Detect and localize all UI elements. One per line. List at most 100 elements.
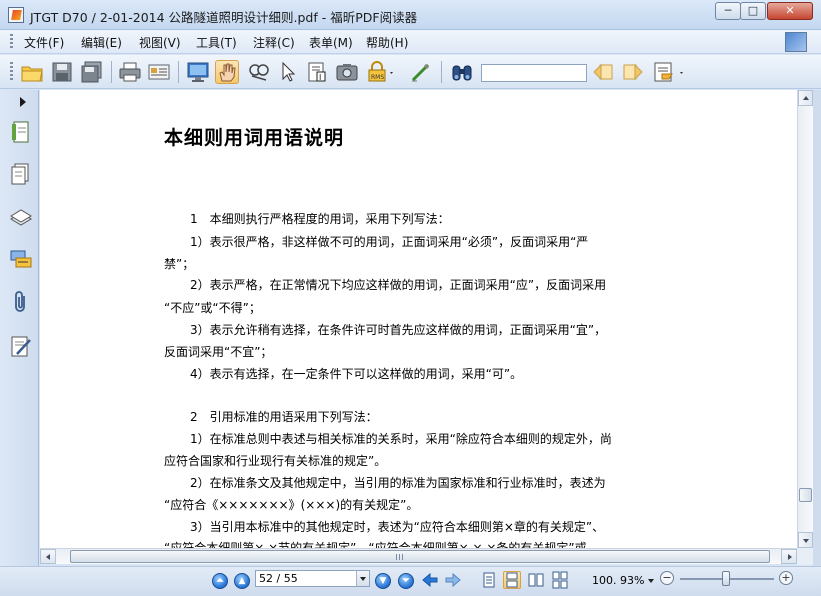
go-back-button[interactable] — [421, 571, 439, 589]
bookmarks-icon[interactable] — [9, 120, 33, 144]
doc-line: “不应”或“不得”； — [164, 301, 261, 315]
close-button[interactable]: ✕ — [767, 2, 813, 20]
menu-edit[interactable]: 编辑(E) — [81, 34, 122, 51]
horizontal-scroll-thumb[interactable] — [70, 550, 770, 563]
maximize-button[interactable]: □ — [740, 2, 766, 20]
next-page-button[interactable]: ▼ — [375, 573, 391, 589]
window-title: JTGT D70 / 2-01-2014 公路隧道照明设计细则.pdf - 福昕… — [30, 10, 418, 25]
doc-line: 禁”； — [164, 257, 195, 271]
select-arrow-icon[interactable] — [276, 60, 300, 84]
vertical-scroll-thumb[interactable] — [799, 488, 812, 502]
arrow-up-icon — [803, 96, 809, 100]
last-page-icon: ⏷ — [402, 576, 410, 586]
doc-line: 3）表示允许稍有选择，在条件许可时首先应这样做的用词，正面词采用“宜”， — [190, 323, 607, 337]
comments-panel-icon[interactable] — [9, 248, 33, 272]
save-icon[interactable] — [50, 60, 74, 84]
horizontal-scrollbar[interactable] — [40, 548, 797, 564]
find-next-icon[interactable] — [621, 60, 645, 84]
doc-line: 1 本细则执行严格程度的用词，采用下列写法： — [190, 212, 450, 226]
menu-comments[interactable]: 注释(C) — [253, 34, 295, 51]
text-select-icon[interactable]: I — [305, 60, 329, 84]
document-view[interactable]: 本细则用词用语说明 1 本细则执行严格程度的用词，采用下列写法： 1）表示很严格… — [40, 90, 797, 548]
open-folder-icon[interactable] — [20, 60, 44, 84]
page-number-field[interactable]: 52 / 55 — [255, 570, 370, 587]
continuous-facing-view-icon[interactable] — [551, 571, 569, 589]
expand-panel-arrow-icon[interactable] — [20, 97, 26, 107]
signatures-panel-icon[interactable] — [9, 334, 33, 358]
toolbar-grip[interactable] — [10, 62, 13, 82]
zoom-dropdown-icon[interactable] — [648, 579, 654, 583]
menu-tools[interactable]: 工具(T) — [196, 34, 237, 51]
fullscreen-icon[interactable] — [186, 60, 210, 84]
doc-line: “应符合本细则第×.×节的有关规定”、“应符合本细则第×.×.×条的有关规定”或 — [164, 541, 587, 548]
doc-line: 2）在标准条文及其他规定中，当引用的标准为国家标准和行业标准时，表述为 — [190, 476, 606, 490]
scroll-up-button[interactable] — [798, 90, 813, 106]
window-right-edge — [813, 90, 821, 566]
menu-file[interactable]: 文件(F) — [24, 34, 64, 51]
main-toolbar: I RMS — [0, 55, 821, 89]
doc-line: 3）当引用本标准中的其他规定时，表述为“应符合本细则第×章的有关规定”、 — [190, 520, 605, 534]
save-all-icon[interactable] — [80, 60, 104, 84]
svg-text:RMS: RMS — [371, 74, 384, 81]
minimize-button[interactable]: ─ — [715, 2, 741, 20]
zoom-out-button[interactable]: − — [660, 571, 674, 585]
first-page-button[interactable]: ⏶ — [212, 573, 228, 589]
title-bar: JTGT D70 / 2-01-2014 公路隧道照明设计细则.pdf - 福昕… — [0, 0, 821, 30]
page-number-value: 52 / 55 — [259, 572, 298, 585]
search-input[interactable] — [482, 65, 586, 81]
doc-line: “应符合《×××××××》(×××)的有关规定”。 — [164, 498, 419, 512]
pages-thumbnail-icon[interactable] — [9, 162, 33, 186]
hand-tool-icon[interactable] — [215, 60, 239, 84]
svg-text:I: I — [319, 73, 321, 82]
security-icon[interactable]: RMS — [366, 60, 393, 84]
previous-page-icon: ▲ — [238, 576, 246, 586]
snapshot-icon[interactable] — [335, 60, 359, 84]
scroll-right-button[interactable] — [781, 549, 797, 564]
zoom-in-button[interactable]: + — [779, 571, 793, 585]
arrow-left-icon — [46, 554, 50, 560]
facing-view-icon[interactable] — [527, 571, 545, 589]
menubar-grip[interactable] — [10, 34, 13, 50]
menu-bar: 文件(F) 编辑(E) 视图(V) 工具(T) 注释(C) 表单(M) 帮助(H… — [0, 30, 821, 54]
vertical-scrollbar[interactable] — [797, 90, 813, 548]
page-heading: 本细则用词用语说明 — [164, 127, 345, 149]
arrow-down-icon — [803, 539, 809, 543]
print-icon[interactable] — [118, 60, 142, 84]
doc-line: 4）表示有选择，在一定条件下可以这样做的用词，采用“可”。 — [190, 367, 523, 381]
layers-icon[interactable] — [9, 205, 33, 229]
highlight-icon[interactable] — [652, 60, 683, 84]
zoom-level[interactable]: 100. 93% — [592, 574, 644, 587]
find-prev-icon[interactable] — [591, 60, 615, 84]
search-field[interactable] — [481, 64, 587, 82]
toolbar-separator — [178, 61, 179, 83]
arrow-right-icon — [788, 554, 792, 560]
menu-view[interactable]: 视图(V) — [139, 34, 181, 51]
doc-line: 1）在标准总则中表述与相关标准的关系时，采用“除应符合本细则的规定外，尚 — [190, 432, 612, 446]
status-bar: ⏶ ▲ 52 / 55 ▼ ⏷ 100. 93% − + — [0, 566, 821, 596]
doc-line: 应符合国家和行业现行有关标准的规定”。 — [164, 454, 387, 468]
toolbar-separator — [441, 61, 442, 83]
menu-help[interactable]: 帮助(H) — [366, 34, 408, 51]
properties-icon[interactable] — [147, 60, 171, 84]
find-binoculars-icon[interactable] — [450, 60, 474, 84]
go-forward-button[interactable] — [444, 571, 462, 589]
zoom-slider-thumb[interactable] — [722, 571, 730, 586]
doc-line: 2 引用标准的用语采用下列写法： — [190, 410, 378, 424]
picture-mode-icon[interactable] — [785, 32, 807, 52]
menu-forms[interactable]: 表单(M) — [309, 34, 353, 51]
toolbar-separator — [111, 61, 112, 83]
scroll-grip-icon — [396, 554, 404, 560]
first-page-icon: ⏶ — [216, 576, 224, 586]
doc-line: 反面词采用“不宜”； — [164, 345, 273, 359]
doc-line: 1）表示很严格，非这样做不可的用词，正面词采用“必须”，反面词采用“严 — [190, 235, 589, 249]
single-page-view-icon[interactable] — [480, 571, 498, 589]
attachments-icon[interactable] — [9, 291, 33, 315]
last-page-button[interactable]: ⏷ — [398, 573, 414, 589]
scroll-down-button[interactable] — [798, 532, 813, 548]
page-dropdown-icon[interactable] — [356, 571, 369, 586]
zoom-tool-icon[interactable] — [246, 60, 270, 84]
sign-icon[interactable] — [409, 60, 433, 84]
continuous-view-icon[interactable] — [503, 571, 521, 589]
scroll-left-button[interactable] — [40, 549, 56, 564]
previous-page-button[interactable]: ▲ — [234, 573, 250, 589]
